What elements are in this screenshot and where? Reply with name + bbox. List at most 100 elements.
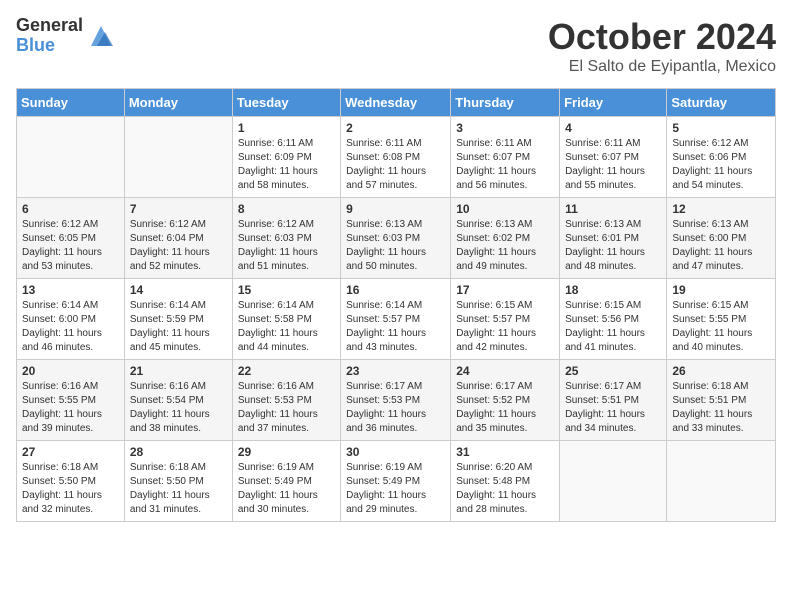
day-number: 19 — [672, 283, 770, 297]
day-info: Sunrise: 6:16 AMSunset: 5:54 PMDaylight:… — [130, 380, 227, 436]
day-number: 26 — [672, 364, 770, 378]
day-info: Sunrise: 6:20 AMSunset: 5:48 PMDaylight:… — [456, 461, 554, 517]
day-info: Sunrise: 6:13 AMSunset: 6:01 PMDaylight:… — [565, 218, 661, 274]
logo: General Blue — [16, 16, 115, 56]
day-number: 14 — [130, 283, 227, 297]
day-info: Sunrise: 6:14 AMSunset: 5:57 PMDaylight:… — [346, 299, 445, 355]
calendar-day-cell: 19 Sunrise: 6:15 AMSunset: 5:55 PMDayligh… — [667, 279, 776, 360]
day-number: 12 — [672, 202, 770, 216]
day-info: Sunrise: 6:14 AMSunset: 5:58 PMDaylight:… — [238, 299, 335, 355]
day-info: Sunrise: 6:15 AMSunset: 5:56 PMDaylight:… — [565, 299, 661, 355]
day-info: Sunrise: 6:16 AMSunset: 5:53 PMDaylight:… — [238, 380, 335, 436]
day-info: Sunrise: 6:13 AMSunset: 6:03 PMDaylight:… — [346, 218, 445, 274]
day-number: 8 — [238, 202, 335, 216]
day-info: Sunrise: 6:14 AMSunset: 6:00 PMDaylight:… — [22, 299, 119, 355]
day-number: 1 — [238, 121, 335, 135]
day-number: 10 — [456, 202, 554, 216]
calendar-table: SundayMondayTuesdayWednesdayThursdayFrid… — [16, 88, 776, 522]
day-number: 21 — [130, 364, 227, 378]
day-info: Sunrise: 6:18 AMSunset: 5:51 PMDaylight:… — [672, 380, 770, 436]
calendar-day-cell: 27Sunrise: 6:18 AMSunset: 5:50 PMDayligh… — [17, 441, 125, 522]
day-number: 24 — [456, 364, 554, 378]
calendar-week-row: 1 Sunrise: 6:11 AMSunset: 6:09 PMDaylight… — [17, 117, 776, 198]
calendar-day-cell: 21 Sunrise: 6:16 AMSunset: 5:54 PMDayligh… — [124, 360, 232, 441]
calendar-body: 1 Sunrise: 6:11 AMSunset: 6:09 PMDaylight… — [17, 117, 776, 522]
day-number: 28 — [130, 445, 227, 459]
day-number: 7 — [130, 202, 227, 216]
calendar-day-cell: 8Sunrise: 6:12 AMSunset: 6:03 PMDaylight… — [232, 198, 340, 279]
day-of-week-header: Sunday — [17, 89, 125, 117]
calendar-week-row: 13 Sunrise: 6:14 AMSunset: 6:00 PMDayligh… — [17, 279, 776, 360]
day-info: Sunrise: 6:11 AMSunset: 6:07 PMDaylight:… — [456, 137, 554, 193]
calendar-day-cell — [17, 117, 125, 198]
day-info: Sunrise: 6:12 AMSunset: 6:04 PMDaylight:… — [130, 218, 227, 274]
calendar-week-row: 20Sunrise: 6:16 AMSunset: 5:55 PMDayligh… — [17, 360, 776, 441]
day-number: 4 — [565, 121, 661, 135]
calendar-week-row: 6 Sunrise: 6:12 AMSunset: 6:05 PMDaylight… — [17, 198, 776, 279]
calendar-day-cell: 20Sunrise: 6:16 AMSunset: 5:55 PMDayligh… — [17, 360, 125, 441]
logo-blue-text: Blue — [16, 36, 83, 56]
day-info: Sunrise: 6:11 AMSunset: 6:09 PMDaylight:… — [238, 137, 335, 193]
header-row: SundayMondayTuesdayWednesdayThursdayFrid… — [17, 89, 776, 117]
location-text: El Salto de Eyipantla, Mexico — [548, 58, 776, 76]
calendar-day-cell: 28Sunrise: 6:18 AMSunset: 5:50 PMDayligh… — [124, 441, 232, 522]
calendar-header: SundayMondayTuesdayWednesdayThursdayFrid… — [17, 89, 776, 117]
calendar-day-cell: 23 Sunrise: 6:17 AMSunset: 5:53 PMDayligh… — [341, 360, 451, 441]
day-of-week-header: Wednesday — [341, 89, 451, 117]
month-title: October 2024 — [548, 16, 776, 58]
day-number: 3 — [456, 121, 554, 135]
day-number: 29 — [238, 445, 335, 459]
day-number: 20 — [22, 364, 119, 378]
calendar-week-row: 27Sunrise: 6:18 AMSunset: 5:50 PMDayligh… — [17, 441, 776, 522]
day-info: Sunrise: 6:15 AMSunset: 5:57 PMDaylight:… — [456, 299, 554, 355]
day-of-week-header: Monday — [124, 89, 232, 117]
logo-icon — [87, 22, 115, 50]
calendar-day-cell — [667, 441, 776, 522]
calendar-day-cell: 9 Sunrise: 6:13 AMSunset: 6:03 PMDaylight… — [341, 198, 451, 279]
calendar-day-cell: 4 Sunrise: 6:11 AMSunset: 6:07 PMDaylight… — [560, 117, 667, 198]
calendar-day-cell: 17 Sunrise: 6:15 AMSunset: 5:57 PMDayligh… — [451, 279, 560, 360]
day-number: 5 — [672, 121, 770, 135]
calendar-day-cell: 31 Sunrise: 6:20 AMSunset: 5:48 PMDayligh… — [451, 441, 560, 522]
calendar-day-cell: 14Sunrise: 6:14 AMSunset: 5:59 PMDayligh… — [124, 279, 232, 360]
calendar-day-cell: 7 Sunrise: 6:12 AMSunset: 6:04 PMDaylight… — [124, 198, 232, 279]
calendar-day-cell: 30Sunrise: 6:19 AMSunset: 5:49 PMDayligh… — [341, 441, 451, 522]
day-number: 6 — [22, 202, 119, 216]
calendar-day-cell: 11Sunrise: 6:13 AMSunset: 6:01 PMDayligh… — [560, 198, 667, 279]
calendar-day-cell: 5 Sunrise: 6:12 AMSunset: 6:06 PMDaylight… — [667, 117, 776, 198]
title-section: October 2024 El Salto de Eyipantla, Mexi… — [548, 16, 776, 76]
page-header: General Blue October 2024 El Salto de Ey… — [16, 16, 776, 76]
day-number: 23 — [346, 364, 445, 378]
day-number: 31 — [456, 445, 554, 459]
day-info: Sunrise: 6:17 AMSunset: 5:53 PMDaylight:… — [346, 380, 445, 436]
calendar-day-cell: 25 Sunrise: 6:17 AMSunset: 5:51 PMDayligh… — [560, 360, 667, 441]
logo-general-text: General — [16, 16, 83, 36]
day-info: Sunrise: 6:17 AMSunset: 5:51 PMDaylight:… — [565, 380, 661, 436]
calendar-day-cell: 1 Sunrise: 6:11 AMSunset: 6:09 PMDaylight… — [232, 117, 340, 198]
day-number: 25 — [565, 364, 661, 378]
day-info: Sunrise: 6:13 AMSunset: 6:02 PMDaylight:… — [456, 218, 554, 274]
calendar-day-cell: 18Sunrise: 6:15 AMSunset: 5:56 PMDayligh… — [560, 279, 667, 360]
day-info: Sunrise: 6:18 AMSunset: 5:50 PMDaylight:… — [22, 461, 119, 517]
calendar-day-cell: 15Sunrise: 6:14 AMSunset: 5:58 PMDayligh… — [232, 279, 340, 360]
day-info: Sunrise: 6:19 AMSunset: 5:49 PMDaylight:… — [238, 461, 335, 517]
day-number: 22 — [238, 364, 335, 378]
calendar-day-cell: 29 Sunrise: 6:19 AMSunset: 5:49 PMDayligh… — [232, 441, 340, 522]
day-of-week-header: Tuesday — [232, 89, 340, 117]
day-info: Sunrise: 6:13 AMSunset: 6:00 PMDaylight:… — [672, 218, 770, 274]
day-of-week-header: Thursday — [451, 89, 560, 117]
day-info: Sunrise: 6:15 AMSunset: 5:55 PMDaylight:… — [672, 299, 770, 355]
day-number: 13 — [22, 283, 119, 297]
calendar-day-cell — [560, 441, 667, 522]
calendar-day-cell: 16Sunrise: 6:14 AMSunset: 5:57 PMDayligh… — [341, 279, 451, 360]
day-info: Sunrise: 6:19 AMSunset: 5:49 PMDaylight:… — [346, 461, 445, 517]
day-info: Sunrise: 6:12 AMSunset: 6:05 PMDaylight:… — [22, 218, 119, 274]
day-number: 9 — [346, 202, 445, 216]
day-number: 2 — [346, 121, 445, 135]
day-number: 17 — [456, 283, 554, 297]
day-info: Sunrise: 6:12 AMSunset: 6:06 PMDaylight:… — [672, 137, 770, 193]
calendar-day-cell: 3 Sunrise: 6:11 AMSunset: 6:07 PMDaylight… — [451, 117, 560, 198]
day-info: Sunrise: 6:11 AMSunset: 6:07 PMDaylight:… — [565, 137, 661, 193]
day-info: Sunrise: 6:11 AMSunset: 6:08 PMDaylight:… — [346, 137, 445, 193]
day-info: Sunrise: 6:17 AMSunset: 5:52 PMDaylight:… — [456, 380, 554, 436]
